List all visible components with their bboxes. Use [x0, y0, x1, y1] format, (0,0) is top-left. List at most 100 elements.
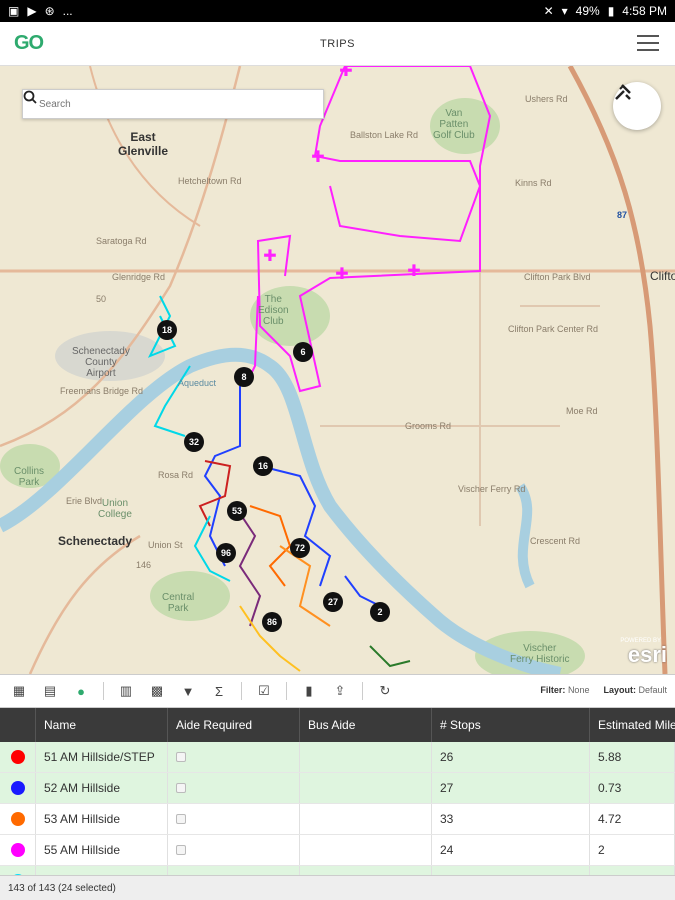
- refresh-icon[interactable]: ↻: [376, 682, 394, 700]
- aide-required-checkbox[interactable]: [176, 814, 186, 824]
- svg-text:✚: ✚: [335, 266, 348, 283]
- cell-name: 53 AM Hillside: [36, 804, 168, 834]
- map-label-moe-rd: Moe Rd: [566, 406, 598, 416]
- aide-required-checkbox[interactable]: [176, 783, 186, 793]
- svg-text:✚: ✚: [407, 263, 420, 280]
- route-marker[interactable]: 2: [370, 602, 390, 622]
- sync-icon: ⊛: [44, 4, 55, 18]
- toolbar-divider: [103, 682, 104, 700]
- globe-icon[interactable]: ●: [72, 682, 90, 700]
- column-header-stops[interactable]: # Stops: [432, 708, 590, 742]
- route-marker[interactable]: 27: [323, 592, 343, 612]
- cell-bus-aide: [300, 804, 432, 834]
- search-input[interactable]: [39, 98, 289, 110]
- map-label-east-glenville: East Glenville: [118, 130, 169, 158]
- route-marker[interactable]: 86: [262, 612, 282, 632]
- table-body: 51 AM Hillside/STEP 26 5.88 52 AM Hillsi…: [0, 742, 675, 875]
- route-color-dot: [10, 812, 25, 826]
- map-label-crescent-rd: Crescent Rd: [530, 536, 581, 546]
- map-label-route-146: 146: [136, 560, 152, 570]
- cell-bus-aide: [300, 835, 432, 865]
- route-marker[interactable]: 6: [293, 342, 313, 362]
- cell-miles: 0.73: [590, 773, 675, 803]
- filter-icon[interactable]: ▼: [179, 682, 197, 700]
- table-row[interactable]: 55 AM Hillside 24 2: [0, 835, 675, 866]
- map-label-central-park: Central Park: [162, 592, 195, 614]
- layout-icon[interactable]: ▩: [148, 682, 166, 700]
- toolbar-divider: [286, 682, 287, 700]
- battery-level: 49%: [575, 4, 600, 18]
- column-header-aide-required[interactable]: Aide Required: [168, 708, 300, 742]
- cell-stops: 26: [432, 742, 590, 772]
- map-view[interactable]: ✚ ✚ ✚ ✚ ✚ East Glenville Van Patten Golf…: [0, 66, 675, 674]
- route-marker[interactable]: 72: [290, 538, 310, 558]
- columns-icon[interactable]: ▥: [117, 682, 135, 700]
- list-icon[interactable]: ▤: [41, 682, 59, 700]
- search-icon: [23, 90, 37, 104]
- route-marker[interactable]: 18: [157, 320, 177, 340]
- more-notifications: ...: [62, 4, 73, 18]
- route-color-dot: [10, 843, 25, 857]
- cell-bus-aide: ARDUINI, CARLO: [300, 866, 432, 875]
- cell-stops: 24: [432, 835, 590, 865]
- route-marker[interactable]: 53: [227, 501, 247, 521]
- aide-required-checkbox[interactable]: [176, 752, 186, 762]
- cell-stops: 33: [432, 804, 590, 834]
- svg-text:✚: ✚: [311, 149, 324, 166]
- toolbar-status: Filter: None Layout: Default: [540, 685, 667, 695]
- route-marker[interactable]: 96: [216, 543, 236, 563]
- filter-status[interactable]: Filter: None: [540, 685, 589, 695]
- table-toolbar: ▦ ▤ ● ▥ ▩ ▼ Σ ☑ ▮ ⇪ ↻ Filter: None Layou…: [0, 674, 675, 708]
- map-label-schenectady: Schenectady: [58, 534, 133, 548]
- cell-name: 52 AM Hillside: [36, 773, 168, 803]
- status-right: ✕ ▾ 49% ▮ 4:58 PM: [544, 4, 667, 18]
- table-row[interactable]: 53 AM Hillside 33 4.72: [0, 804, 675, 835]
- svg-text:✚: ✚: [263, 248, 276, 265]
- column-header-color[interactable]: [0, 708, 36, 742]
- map-label-collins-park: Collins Park: [14, 466, 45, 488]
- table-header: Name Aide Required Bus Aide # Stops Esti…: [0, 708, 675, 742]
- share-icon[interactable]: ⇪: [331, 682, 349, 700]
- table-row[interactable]: 51 AM Hillside/STEP 26 5.88: [0, 742, 675, 773]
- tools-button[interactable]: [613, 82, 661, 130]
- map-label-clifton-park-blvd: Clifton Park Blvd: [524, 272, 591, 282]
- grid-icon[interactable]: ▦: [10, 682, 28, 700]
- map-label-freemans-bridge-rd: Freemans Bridge Rd: [60, 386, 144, 396]
- cell-stops: 25: [432, 866, 590, 875]
- tools-icon: [615, 84, 631, 100]
- column-header-name[interactable]: Name: [36, 708, 168, 742]
- aide-required-checkbox[interactable]: [176, 845, 186, 855]
- route-marker[interactable]: 8: [234, 367, 254, 387]
- cell-name: 54 AM Hillside: [36, 866, 168, 875]
- search-box[interactable]: [22, 89, 324, 119]
- column-header-estimated-miles[interactable]: Estimated Mile: [590, 708, 675, 742]
- map-label-edison-club: The Edison Club: [258, 294, 289, 327]
- cell-bus-aide: [300, 773, 432, 803]
- table-row[interactable]: 54 AM Hillside ✓ ARDUINI, CARLO 25 1.55: [0, 866, 675, 875]
- map-label-hetcheltown-rd: Hetcheltown Rd: [178, 176, 242, 186]
- page-title: TRIPS: [320, 37, 355, 50]
- menu-button[interactable]: [637, 35, 659, 51]
- cell-miles: 1.55: [590, 866, 675, 875]
- document-icon[interactable]: ▮: [300, 682, 318, 700]
- map-label-union-st: Union St: [148, 540, 183, 550]
- map-label-clifton: Clifto: [650, 269, 675, 283]
- column-header-bus-aide[interactable]: Bus Aide: [300, 708, 432, 742]
- cell-miles: 5.88: [590, 742, 675, 772]
- cell-stops: 27: [432, 773, 590, 803]
- table-row[interactable]: 52 AM Hillside 27 0.73: [0, 773, 675, 804]
- table-footer: 143 of 143 (24 selected): [0, 875, 675, 900]
- map-label-kinns-rd: Kinns Rd: [515, 178, 552, 188]
- route-marker[interactable]: 32: [184, 432, 204, 452]
- map-label-van-patten: Van Patten Golf Club: [433, 108, 475, 141]
- sum-icon[interactable]: Σ: [210, 682, 228, 700]
- mute-icon: ✕: [543, 4, 554, 18]
- toolbar-divider: [241, 682, 242, 700]
- checkbox-icon[interactable]: ☑: [255, 682, 273, 700]
- toolbar-divider: [362, 682, 363, 700]
- route-marker[interactable]: 16: [253, 456, 273, 476]
- map-label-i87: 87: [617, 210, 628, 220]
- cell-miles: 4.72: [590, 804, 675, 834]
- layout-status[interactable]: Layout: Default: [603, 685, 667, 695]
- app-logo[interactable]: GO: [14, 32, 44, 55]
